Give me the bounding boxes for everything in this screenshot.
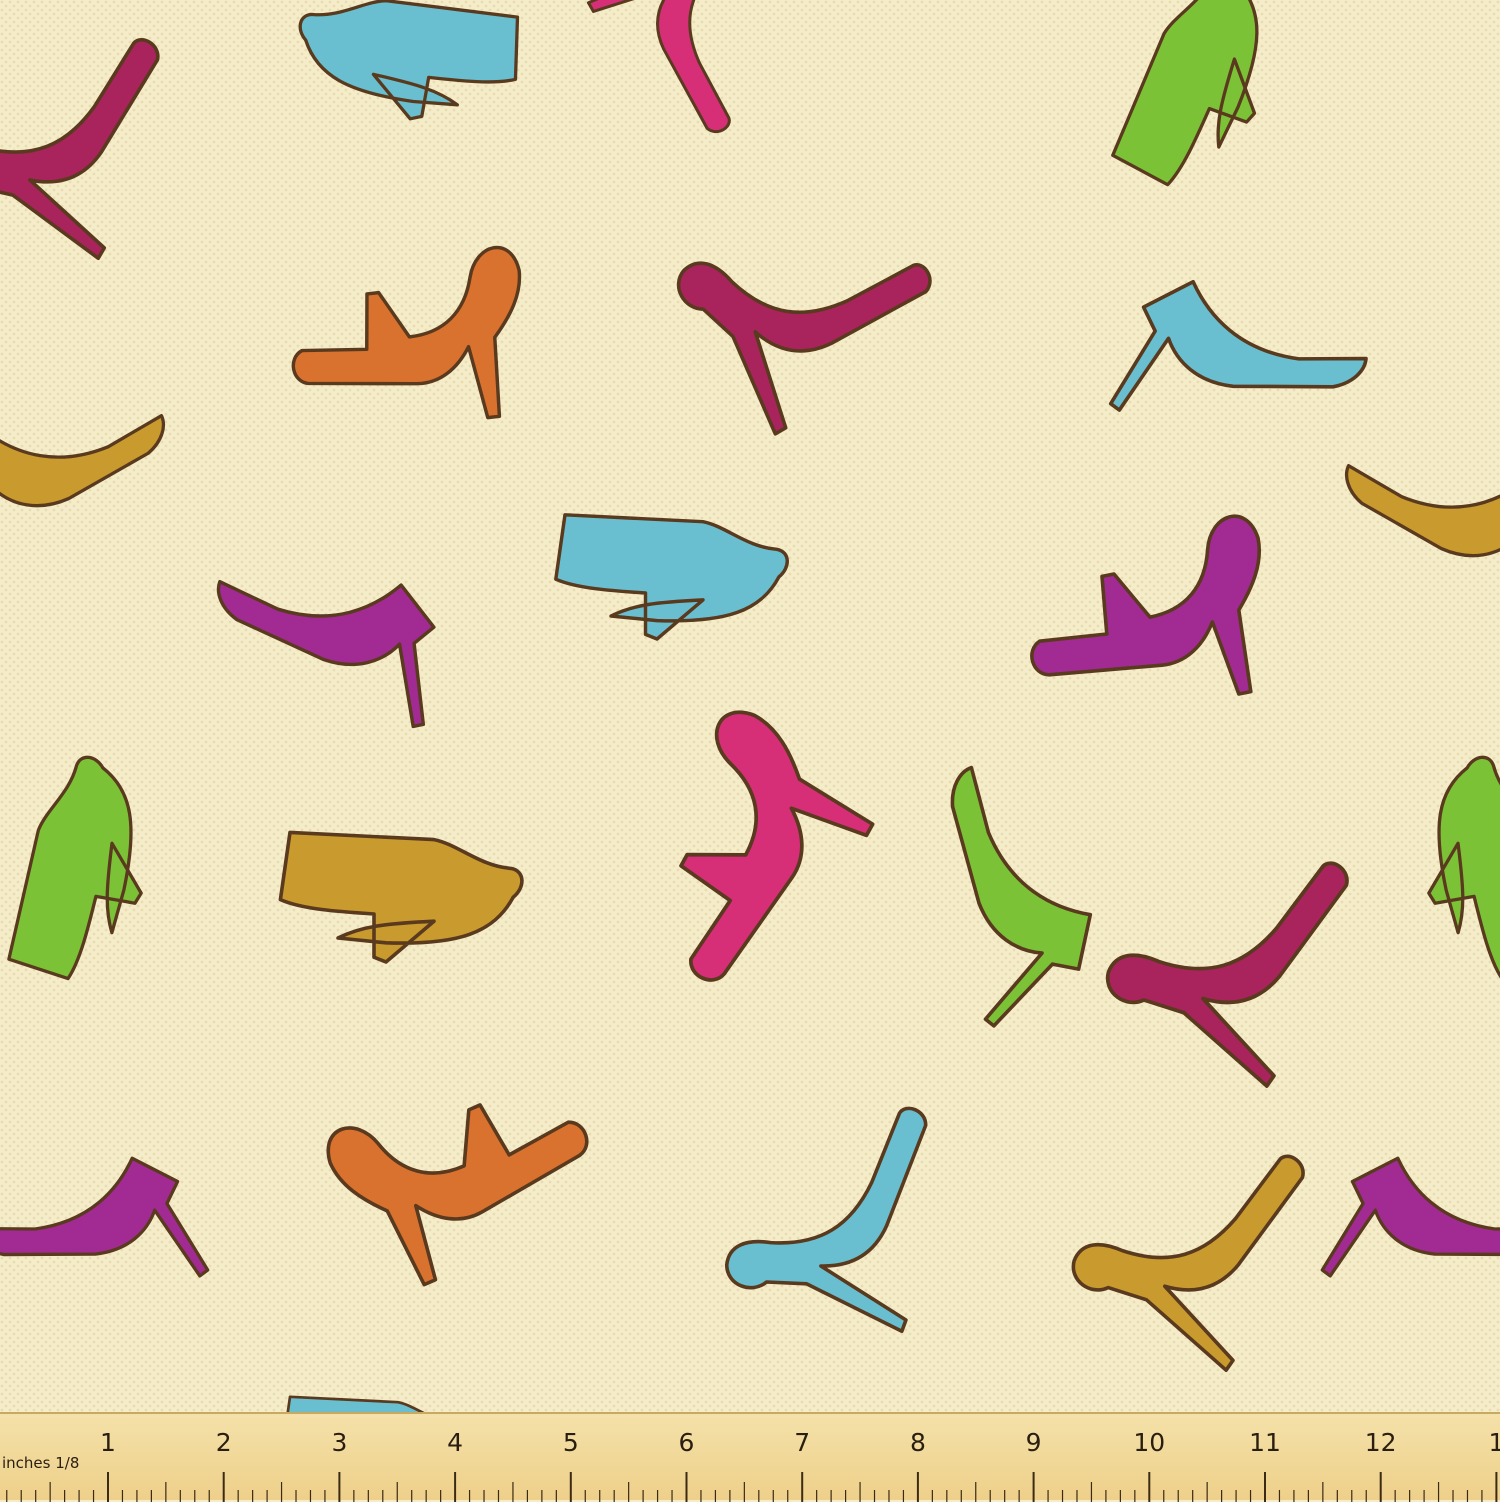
ruler-number: 9 — [1025, 1428, 1042, 1457]
ruler-number: 10 — [1133, 1428, 1166, 1457]
ruler-number: 5 — [562, 1428, 579, 1457]
ruler-number: 3 — [331, 1428, 348, 1457]
ruler-number: 4 — [447, 1428, 464, 1457]
ruler-number: 6 — [678, 1428, 695, 1457]
ruler-number: 7 — [794, 1428, 811, 1457]
ruler-number: 1 — [1488, 1428, 1500, 1457]
fabric-pattern — [0, 0, 1500, 1500]
ruler-unit-label: inches 1/8 — [2, 1454, 80, 1472]
ruler-number: 11 — [1249, 1428, 1281, 1457]
measuring-ruler: 1 2 3 4 5 6 7 8 9 10 11 12 1 inches 1/8 — [0, 1412, 1500, 1502]
ruler-number: 1 — [100, 1428, 116, 1457]
ruler-number: 8 — [909, 1428, 926, 1457]
ruler-number: 12 — [1364, 1428, 1397, 1457]
ruler-number: 2 — [215, 1428, 232, 1457]
